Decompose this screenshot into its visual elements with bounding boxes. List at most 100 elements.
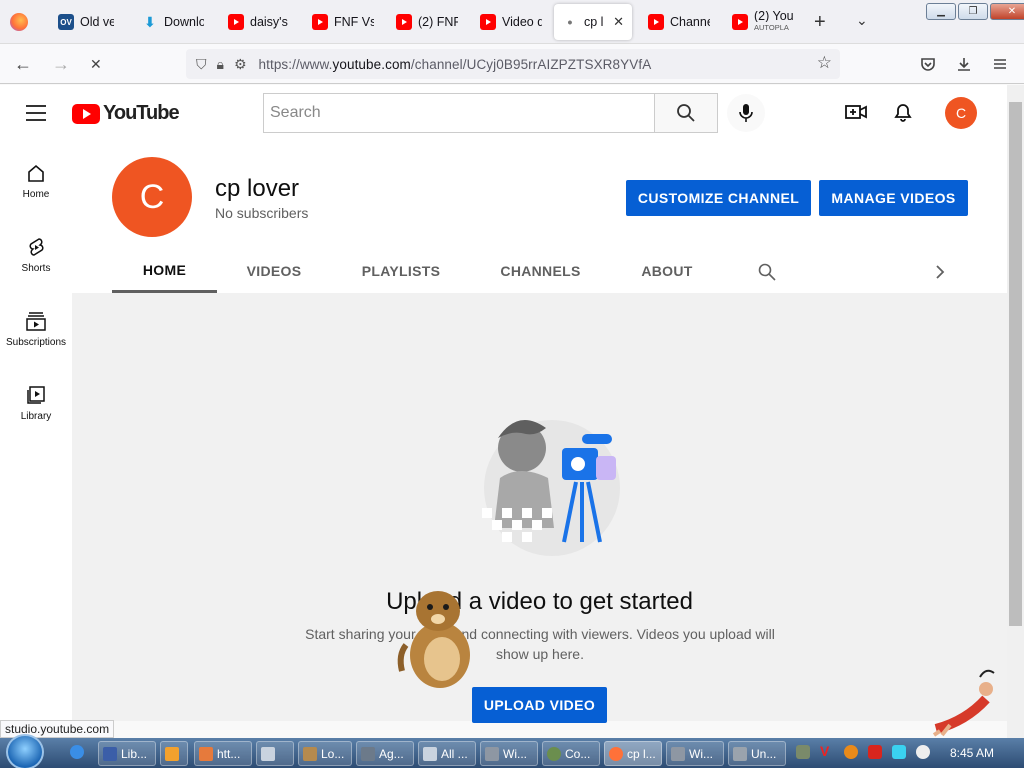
firefox-icon[interactable] xyxy=(10,13,28,31)
taskbar-item[interactable] xyxy=(160,741,188,766)
sidebar-item-home[interactable]: Home xyxy=(0,163,72,200)
window-controls: ▁ ❐ ✕ xyxy=(926,3,1024,20)
chevron-right-icon[interactable] xyxy=(935,264,945,280)
youtube-icon xyxy=(480,14,496,30)
tray-flag-icon[interactable] xyxy=(868,745,882,759)
search-box xyxy=(263,93,655,133)
firefox-icon xyxy=(609,746,623,761)
taskbar-item-label: Wi... xyxy=(503,746,527,761)
browser-tab-active[interactable]: • cp lo ✕ xyxy=(554,4,632,40)
forward-arrow-icon[interactable]: → xyxy=(52,54,70,75)
restore-window-button[interactable]: ❐ xyxy=(958,3,988,20)
create-video-icon[interactable] xyxy=(845,101,867,123)
back-arrow-icon[interactable]: ← xyxy=(14,54,32,75)
taskbar-item[interactable]: htt... xyxy=(194,741,252,766)
taskbar-item[interactable]: Co... xyxy=(542,741,600,766)
taskbar-item[interactable]: Ag... xyxy=(356,741,414,766)
hamburger-menu-icon[interactable] xyxy=(26,105,46,126)
app-icon xyxy=(361,746,375,761)
channel-name: cp lover xyxy=(215,175,300,202)
window-icon xyxy=(261,746,275,761)
upload-video-button[interactable]: UPLOAD VIDEO xyxy=(472,687,607,723)
tray-volume-icon[interactable] xyxy=(916,745,930,759)
tab-label: (2) FNF xyxy=(418,15,458,29)
browser-tab-strip: OV Old ver ⬇ Downlo daisy's FNF Vs (2) F… xyxy=(0,0,1024,44)
tab-label: (2) You xyxy=(754,11,794,22)
sidebar-item-subscriptions[interactable]: Subscriptions xyxy=(0,311,72,348)
page-scrollbar[interactable] xyxy=(1007,85,1024,740)
taskbar-item[interactable] xyxy=(256,741,294,766)
sidebar-item-label: Home xyxy=(22,189,50,200)
tab-label: Downlo xyxy=(164,15,204,29)
ie-quicklaunch-icon[interactable] xyxy=(70,745,84,759)
customize-channel-button[interactable]: CUSTOMIZE CHANNEL xyxy=(626,180,811,216)
stop-loading-icon[interactable]: ✕ xyxy=(90,56,102,73)
tab-playlists[interactable]: PLAYLISTS xyxy=(345,249,457,293)
taskbar-item[interactable]: Wi... xyxy=(666,741,724,766)
url-text[interactable]: https://www.youtube.com/channel/UCyj0B95… xyxy=(259,57,652,72)
url-bar[interactable]: ⛉ 🔒︎ ⚙︎ https://www.youtube.com/channel/… xyxy=(186,49,840,79)
browser-tab[interactable]: FNF Vs xyxy=(304,4,382,40)
tab-home[interactable]: HOME xyxy=(112,249,217,293)
tab-label: daisy's xyxy=(250,15,288,29)
tab-about[interactable]: ABOUT xyxy=(622,249,712,293)
taskbar-item[interactable]: Wi... xyxy=(480,741,538,766)
tab-label: Channe xyxy=(670,15,710,29)
shield-icon[interactable]: ⛉ xyxy=(196,56,207,73)
taskbar-item[interactable]: Lib... xyxy=(98,741,156,766)
browser-tab[interactable]: Video d xyxy=(472,4,550,40)
close-window-button[interactable]: ✕ xyxy=(990,3,1024,20)
channel-avatar[interactable]: C xyxy=(112,157,192,237)
taskbar-clock[interactable]: 8:45 AM xyxy=(950,746,994,760)
lock-icon[interactable]: 🔒︎ xyxy=(217,56,224,73)
app-icon xyxy=(733,746,747,761)
browser-tab[interactable]: (2) You AUTOPLA xyxy=(724,4,802,40)
bookmark-star-icon[interactable]: ☆ xyxy=(817,53,832,73)
tray-v-icon[interactable]: V xyxy=(820,743,834,759)
empty-state-description: Start sharing your story and connecting … xyxy=(305,626,775,662)
scrollbar-thumb[interactable] xyxy=(1009,102,1022,626)
tray-network-icon[interactable] xyxy=(892,745,906,759)
tray-icon[interactable] xyxy=(796,745,810,759)
notifications-bell-icon[interactable] xyxy=(893,101,913,123)
library-icon xyxy=(27,386,45,404)
voice-search-button[interactable] xyxy=(727,94,765,132)
chevron-down-icon[interactable]: ⌄ xyxy=(856,12,868,29)
pocket-icon[interactable] xyxy=(920,56,936,72)
tray-icon[interactable] xyxy=(844,745,858,759)
youtube-header: YouTube C xyxy=(0,85,1007,141)
browser-tab[interactable]: daisy's xyxy=(220,4,298,40)
close-tab-icon[interactable]: ✕ xyxy=(613,14,624,30)
search-button[interactable] xyxy=(654,93,718,133)
app-icon xyxy=(671,746,685,761)
taskbar-item-active[interactable]: cp l... xyxy=(604,741,662,766)
new-tab-plus-icon[interactable]: + xyxy=(814,11,826,34)
browser-tab[interactable]: OV Old ver xyxy=(50,4,122,40)
browser-tab[interactable]: (2) FNF xyxy=(388,4,466,40)
taskbar-item-label: Ag... xyxy=(379,746,404,761)
taskbar-item[interactable]: Lo... xyxy=(298,741,352,766)
youtube-play-icon xyxy=(72,103,100,124)
youtube-logo[interactable]: YouTube xyxy=(72,102,180,125)
taskbar-item-label: Wi... xyxy=(689,746,713,761)
sidebar-item-library[interactable]: Library xyxy=(0,385,72,422)
tab-channels[interactable]: CHANNELS xyxy=(483,249,598,293)
taskbar-item[interactable]: All ... xyxy=(418,741,476,766)
minimize-window-button[interactable]: ▁ xyxy=(926,3,956,20)
browser-tab[interactable]: ⬇ Downlo xyxy=(134,4,212,40)
browser-tab[interactable]: Channe xyxy=(640,4,718,40)
permissions-icon[interactable]: ⚙︎ xyxy=(234,56,247,73)
manage-videos-button[interactable]: MANAGE VIDEOS xyxy=(819,180,968,216)
home-icon xyxy=(28,164,44,182)
channel-search-icon[interactable] xyxy=(758,263,776,281)
account-avatar[interactable]: C xyxy=(945,97,977,129)
search-input[interactable] xyxy=(264,104,654,122)
downloads-icon[interactable] xyxy=(956,56,972,72)
taskbar-item[interactable]: Un... xyxy=(728,741,786,766)
menu-icon[interactable] xyxy=(992,56,1008,72)
download-icon: ⬇ xyxy=(144,13,156,30)
sidebar-item-shorts[interactable]: Shorts xyxy=(0,237,72,274)
tab-videos[interactable]: VIDEOS xyxy=(223,249,325,293)
taskbar-item-label: htt... xyxy=(217,746,241,761)
start-button[interactable] xyxy=(6,734,44,768)
